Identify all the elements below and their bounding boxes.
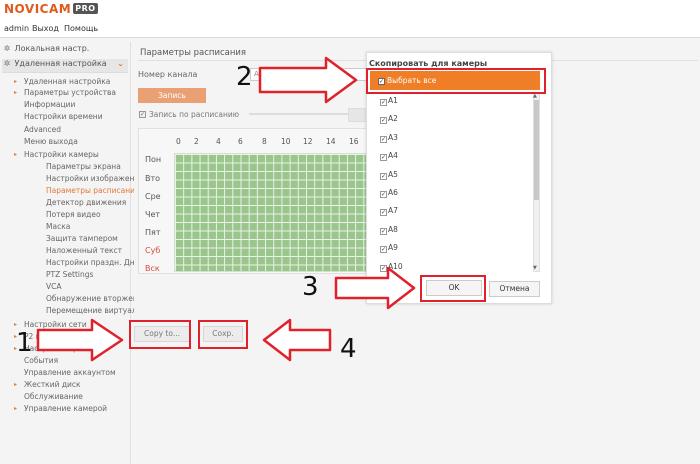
arrow-step-1 — [36, 318, 124, 362]
annotation-arrows — [36, 56, 416, 362]
arrow-step-2 — [258, 56, 358, 104]
step-number-4: 4 — [340, 334, 357, 364]
step-number-2: 2 — [236, 62, 253, 92]
step-number-1: 1 — [16, 328, 33, 358]
step-number-3: 3 — [302, 272, 319, 302]
arrow-step-4 — [262, 318, 332, 362]
arrow-step-3 — [334, 266, 416, 310]
